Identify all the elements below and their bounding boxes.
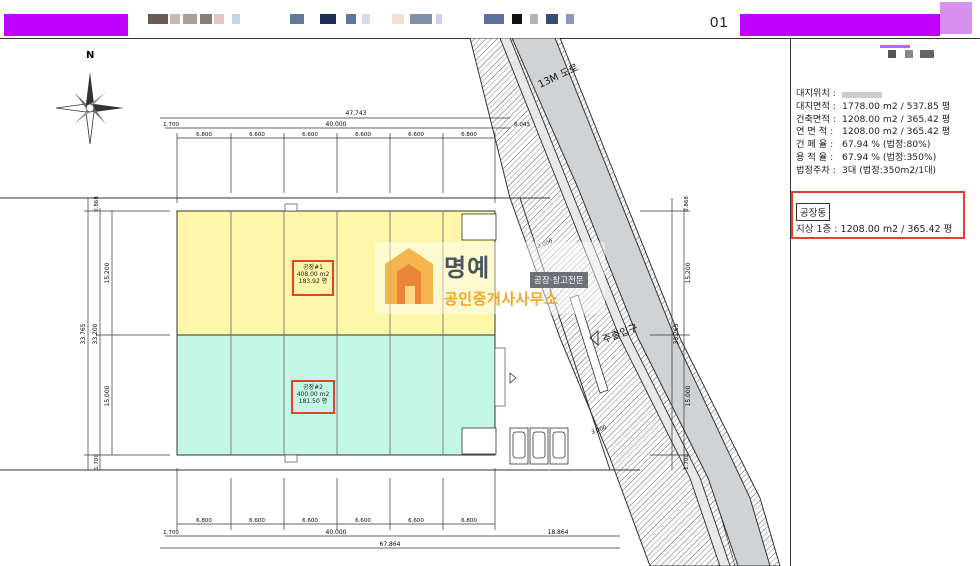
site-info-value: 67.94 % (법정:80%) [842,139,931,151]
site-info-key: 건 폐 율 : [796,139,834,151]
factory-2-label: 공장#2 400.00 m2 181.50 평 [291,384,335,405]
site-info-row: 법정주차 : 3대 (법정:350m2/1대) [796,165,950,178]
door-bottom [284,454,298,463]
side-entrance [494,347,506,407]
dim-top-inner: 40.000 [326,121,347,128]
dim-right-lower: 15.000 [685,385,692,406]
factory-1-area-py: 183.92 평 [298,278,328,285]
site-info-key: 대지위치 : [796,88,836,99]
dim-top-right-offset: 6.043 [514,122,530,128]
dim-top-span-3: 6.600 [302,132,318,138]
factory-2-area-py: 181.50 평 [298,398,328,405]
dim-left-upper: 15.200 [104,262,111,283]
page-number: 01 [710,14,729,31]
dim-bottom-left-offset: 1.700 [163,530,179,536]
dim-left-lower: 15.000 [104,385,111,406]
dim-bottom-span-2: 6.600 [249,518,265,524]
dim-bottom-span-1: 6.800 [196,518,212,524]
restroom-top [461,213,497,241]
dim-bottom-span-3: 6.600 [302,518,318,524]
dim-top-span-4: 6.600 [355,132,371,138]
site-info-key: 대지면적 : [796,100,836,112]
dim-bottom-inner: 40.000 [326,529,347,536]
dim-bottom-span-6: 6.800 [461,518,477,524]
site-info-key: 연 면 적 : [796,126,834,138]
redacted-address [842,92,882,98]
factory-1-name: 공장#1 [303,264,323,271]
dim-bottom-span-4: 6.600 [355,518,371,524]
site-info-key: 건축면적 : [796,113,836,125]
building-group-label: 공장동 [796,203,831,221]
restroom-bottom [461,427,497,455]
dim-top-span-2: 6.600 [249,132,265,138]
site-info-value: 1208.00 m2 / 365.42 평 [842,126,951,138]
dim-bottom-overall: 67.864 [380,541,401,548]
site-info-value: 3대 (법정:350m2/1대) [842,164,937,176]
dim-top-span-1: 6.800 [196,132,212,138]
site-info-value: 1208.00 m2 / 365.42 평 [842,113,951,125]
dim-bottom-span-5: 6.600 [408,518,424,524]
header-accent-bar-left [4,14,128,36]
site-info-value: 67.94 % (법정:350%) [842,151,937,163]
header-accent-bar-right [740,14,940,36]
factory-2-area-m2: 400.00 m2 [296,391,330,398]
site-info-key: 용 적 율 : [796,151,834,163]
site-info-list: 대지위치 : 대지면적 : 1778.00 m2 / 537.85 평 건축면적 … [796,88,950,178]
floor-area-row: 지상 1층 : 1208.00 m2 / 365.42 평 [796,224,953,235]
dim-right-bottom-offset: 1.700 [684,454,690,470]
dim-left-top-offset: 0.868 [94,196,100,212]
dim-right-top-offset: 0.868 [684,196,690,212]
watermark-tag: 공장·창고전문 [530,272,588,288]
dimension-top [160,117,510,203]
site-info-row: 건축면적 : 1208.00 m2 / 365.42 평 [796,114,950,127]
site-info-row: 연 면 적 : 1208.00 m2 / 365.42 평 [796,126,950,139]
parking-spaces [509,427,569,465]
dim-left-inner: 33.200 [92,323,99,344]
watermark-title: 명예 [444,254,491,282]
dim-left-bottom-offset: 1.700 [94,454,100,470]
dim-right-upper: 15.200 [685,262,692,283]
header-accent-corner [940,2,972,34]
dim-top-overall: 47.743 [346,110,367,117]
north-label: N [86,50,94,61]
site-info-row: 건 폐 율 : 67.94 % (법정:80%) [796,139,950,152]
site-info-row: 대지면적 : 1778.00 m2 / 537.85 평 [796,101,950,114]
site-info-key: 법정주차 : [796,164,836,176]
frame-divider-line [790,38,791,566]
watermark-subtitle: 공인중개사사무소 [444,290,559,308]
north-arrow-icon [55,72,124,145]
dim-right-overall: 33.265 [673,323,680,344]
dim-bottom-right-offset: 18.864 [548,529,569,536]
site-info-value: 1778.00 m2 / 537.85 평 [842,100,951,112]
dim-left-overall: 33.765 [80,323,87,344]
factory-1-label: 공장#1 408.00 m2 183.92 평 [292,264,334,285]
dimension-bottom [160,468,620,549]
factory-2-area [176,334,496,456]
factory-2-name: 공장#2 [303,384,323,391]
dim-top-span-6: 6.800 [461,132,477,138]
dim-top-left-offset: 1.700 [163,122,179,128]
factory-1-area-m2: 408.00 m2 [296,271,330,278]
site-info-row: 용 적 율 : 67.94 % (법정:350%) [796,152,950,165]
door-top [284,203,298,212]
dim-top-span-5: 6.600 [408,132,424,138]
